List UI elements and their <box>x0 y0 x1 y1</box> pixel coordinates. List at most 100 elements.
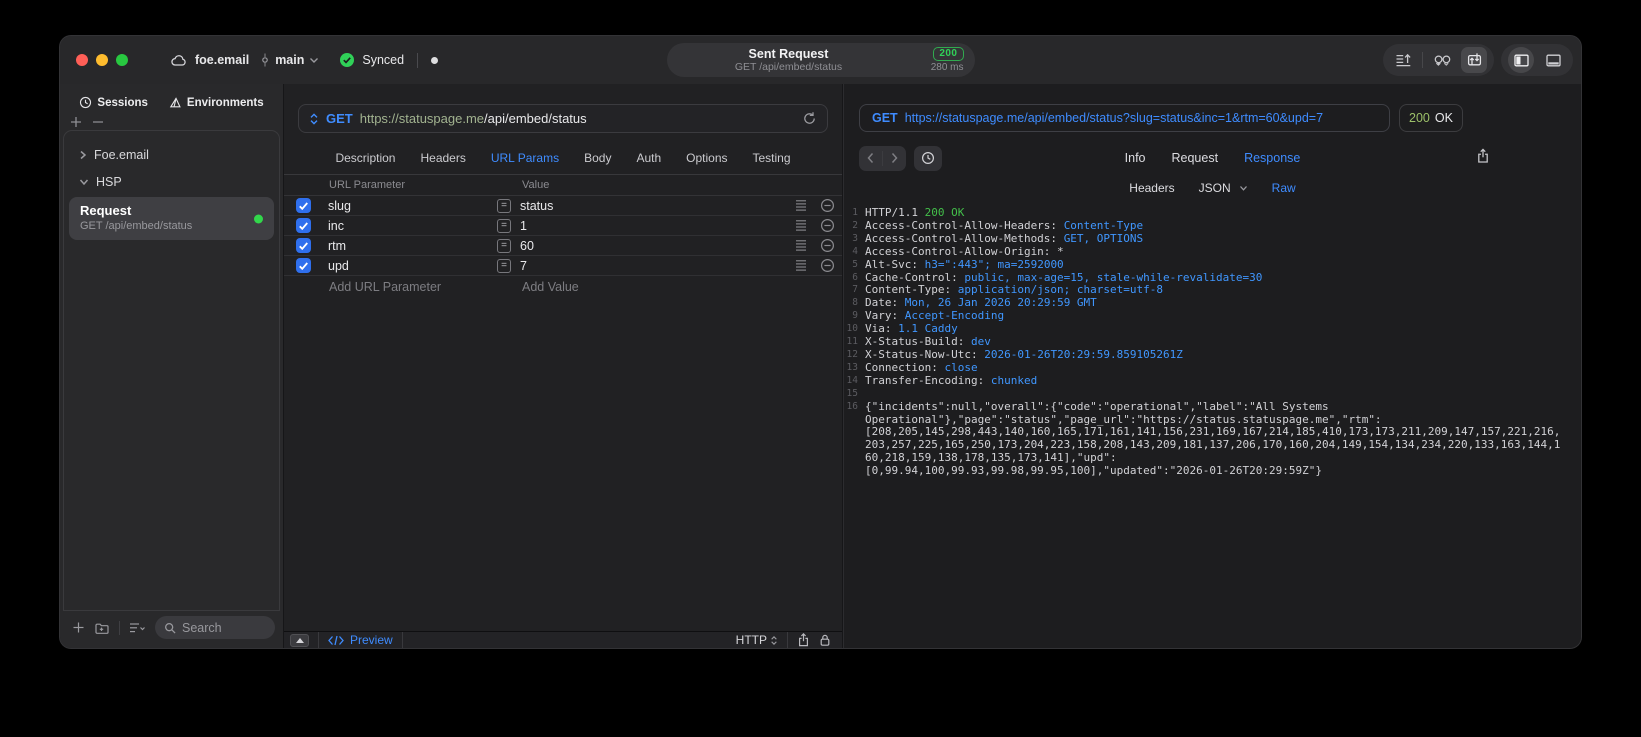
tab-headers[interactable]: Headers <box>1129 181 1174 195</box>
param-row: slug = status <box>284 196 842 216</box>
delete-row-icon[interactable] <box>820 198 835 213</box>
divider <box>787 632 788 648</box>
row-options-icon[interactable] <box>795 239 807 252</box>
tab-request[interactable]: Request <box>1172 151 1219 165</box>
method-stepper-icon[interactable] <box>309 112 319 126</box>
toggle-left-sidebar-button[interactable] <box>1508 47 1534 73</box>
triangle-up-icon <box>295 637 304 643</box>
sort-list-button[interactable] <box>129 622 146 634</box>
row-options-icon[interactable] <box>795 199 807 212</box>
request-tabs: Description Headers URL Params Body Auth Opti… <box>284 147 842 169</box>
tab-options[interactable]: Options <box>686 151 727 165</box>
send-receive-panel-button[interactable] <box>1461 47 1487 73</box>
tree-group-hsp[interactable]: HSP <box>64 168 279 195</box>
tab-description[interactable]: Description <box>335 151 395 165</box>
tab-json[interactable]: JSON <box>1199 181 1248 195</box>
tab-url-params[interactable]: URL Params <box>491 151 559 165</box>
response-status-text: OK <box>1434 111 1453 125</box>
export-icon[interactable] <box>1476 148 1490 164</box>
tab-headers[interactable]: Headers <box>420 151 465 165</box>
response-method: GET <box>872 111 898 125</box>
tab-sessions[interactable]: Sessions <box>79 96 148 109</box>
close-window-button[interactable] <box>76 54 88 66</box>
param-row: upd = 7 <box>284 256 842 276</box>
response-subtabs: Headers JSON Raw <box>844 178 1581 198</box>
app-window: foe.email main Synced Sent Request GET /… <box>60 36 1581 648</box>
history-back-button[interactable] <box>859 146 882 171</box>
zoom-window-button[interactable] <box>116 54 128 66</box>
delete-row-icon[interactable] <box>820 238 835 253</box>
sidebar-item-request[interactable]: Request GET /api/embed/status <box>69 197 274 240</box>
param-value-field[interactable]: 1 <box>520 219 795 233</box>
row-options-icon[interactable] <box>795 219 807 232</box>
response-url: https://statuspage.me/api/embed/status?s… <box>904 111 1324 125</box>
param-checkbox[interactable] <box>296 218 311 233</box>
reload-icon[interactable] <box>802 111 817 126</box>
response-url-bar[interactable]: GET https://statuspage.me/api/embed/stat… <box>859 104 1390 132</box>
divider <box>318 632 319 648</box>
project-name[interactable]: foe.email <box>195 53 249 67</box>
history-forward-button[interactable] <box>883 146 906 171</box>
tab-auth[interactable]: Auth <box>636 151 661 165</box>
remove-request-icon[interactable] <box>92 116 104 128</box>
cloud-icon <box>170 53 188 67</box>
history-clock-button[interactable] <box>914 145 942 171</box>
tab-response[interactable]: Response <box>1244 151 1300 165</box>
share-icon[interactable] <box>797 633 810 647</box>
request-method[interactable]: GET <box>326 111 353 126</box>
url-path[interactable]: /api/embed/status <box>484 111 587 126</box>
sync-loop-icon[interactable] <box>1429 47 1455 73</box>
response-status-code: 200 <box>1409 111 1430 125</box>
param-checkbox[interactable] <box>296 258 311 273</box>
param-name-field[interactable]: rtm <box>328 239 493 253</box>
tab-raw[interactable]: Raw <box>1272 181 1296 195</box>
chevron-down-icon <box>309 57 319 64</box>
row-options-icon[interactable] <box>795 259 807 272</box>
add-url-parameter-field[interactable]: Add URL Parameter <box>329 280 522 294</box>
request-tree: Foe.email HSP Request GET /api/embed/sta… <box>63 130 280 610</box>
collapse-panel-button[interactable] <box>290 633 309 647</box>
delete-row-icon[interactable] <box>820 258 835 273</box>
param-name-field[interactable]: slug <box>328 199 493 213</box>
search-icon <box>164 622 176 634</box>
add-value-field[interactable]: Add Value <box>522 280 579 294</box>
code-icon <box>328 635 344 646</box>
sent-request-pill[interactable]: Sent Request GET /api/embed/status 200 2… <box>666 43 975 77</box>
param-checkbox[interactable] <box>296 238 311 253</box>
chevron-down-icon <box>1239 185 1248 192</box>
response-body[interactable]: 1 HTTP/1.1 200 OK 2 Access-Control-Allow-He… <box>844 207 1581 648</box>
new-request-button[interactable] <box>72 621 85 634</box>
chevron-down-icon <box>79 178 89 186</box>
equals-chip-icon: = <box>497 198 511 213</box>
sort-lines-button[interactable] <box>1390 47 1416 73</box>
param-name-field[interactable]: inc <box>328 219 493 233</box>
lock-icon[interactable] <box>819 633 831 647</box>
add-request-icon[interactable] <box>70 116 82 128</box>
param-value-field[interactable]: status <box>520 199 795 213</box>
param-value-field[interactable]: 60 <box>520 239 795 253</box>
toggle-bottom-panel-button[interactable] <box>1540 47 1566 73</box>
preview-button[interactable]: Preview <box>328 633 393 647</box>
column-header-value: Value <box>522 179 550 191</box>
tree-group-foe-email[interactable]: Foe.email <box>64 141 279 168</box>
url-params-table: URL Parameter Value slug = status inc = 1 rtm =… <box>284 174 842 298</box>
response-line: 14 Transfer-Encoding: chunked <box>846 373 1038 387</box>
request-url-bar[interactable]: GET https://statuspage.me/api/embed/stat… <box>298 104 828 133</box>
minimize-window-button[interactable] <box>96 54 108 66</box>
traffic-lights <box>76 54 128 66</box>
delete-row-icon[interactable] <box>820 218 835 233</box>
param-checkbox[interactable] <box>296 198 311 213</box>
branch-selector[interactable]: main <box>260 52 319 68</box>
new-folder-button[interactable] <box>94 621 110 635</box>
titlebar: foe.email main Synced Sent Request GET /… <box>60 36 1581 84</box>
protocol-selector[interactable]: HTTP <box>736 633 778 647</box>
param-row: rtm = 60 <box>284 236 842 256</box>
tab-environments[interactable]: Environments <box>168 96 264 109</box>
tab-testing[interactable]: Testing <box>753 151 791 165</box>
tab-info[interactable]: Info <box>1125 151 1146 165</box>
param-value-field[interactable]: 7 <box>520 259 795 273</box>
tab-body[interactable]: Body <box>584 151 611 165</box>
search-input[interactable]: Search <box>155 616 275 639</box>
url-host[interactable]: https://statuspage.me <box>360 111 484 126</box>
param-name-field[interactable]: upd <box>328 259 493 273</box>
